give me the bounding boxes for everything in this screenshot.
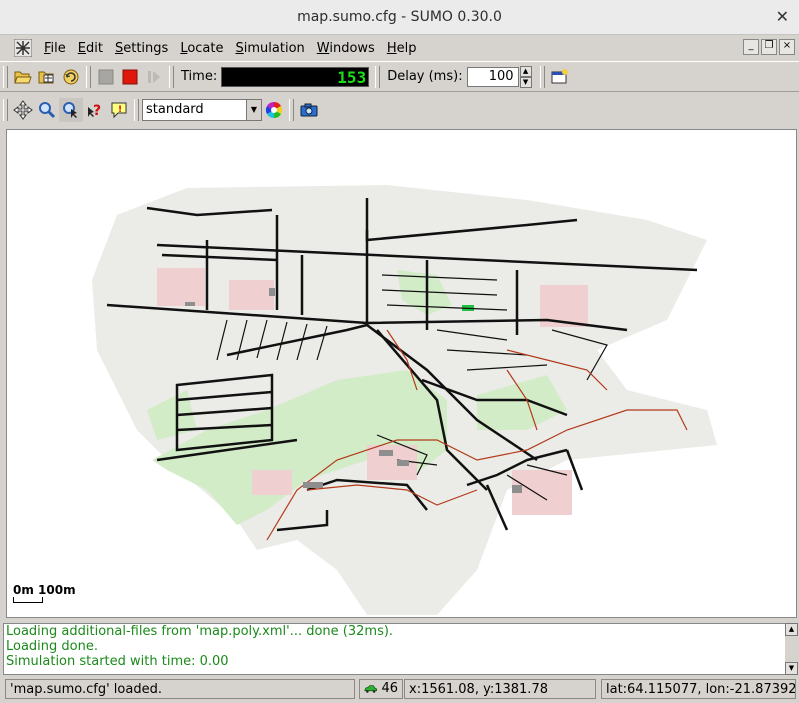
magnifier-icon [39,101,56,118]
menu-file[interactable]: File [38,41,72,56]
open-network-icon [38,71,54,83]
stop-button[interactable] [118,65,142,89]
toolbar-grip[interactable] [375,65,381,88]
console-line: Loading additional-files from 'map.poly.… [6,624,394,639]
scale-bar-line [13,597,43,603]
menu-simulation[interactable]: Simulation [230,41,311,56]
delay-label: Delay (ms): [387,69,463,84]
console-scrollbar[interactable]: ▲ ▼ [785,623,798,675]
edit-coloring-button[interactable] [262,98,286,122]
status-bar: 'map.sumo.cfg' loaded. 46 x:1561.08, y:1… [0,677,799,701]
geo-coordinates: lat:64.115077, lon:-21.873921 [601,679,796,699]
spin-up-icon[interactable]: ▲ [519,65,532,77]
toolbar-grip[interactable] [289,98,294,121]
toolbar-grip[interactable] [539,65,545,88]
locate-button[interactable] [59,97,83,122]
menu-locate[interactable]: Locate [174,41,229,56]
network-map-view[interactable]: 0m 100m [6,129,797,618]
car-icon [364,685,378,693]
camera-icon [300,103,318,116]
toolbar-grip[interactable] [86,65,91,88]
window-titlebar: map.sumo.cfg - SUMO 0.30.0 ✕ [0,0,799,35]
view-toolbar: ? ! standard ▼ [0,92,799,127]
move-icon [13,99,33,120]
menu-bar: File Edit Settings Locate Simulation Win… [0,36,799,60]
step-button[interactable] [142,65,166,89]
residential-area [157,268,205,306]
run-button[interactable] [94,65,118,89]
status-message: 'map.sumo.cfg' loaded. [5,679,355,699]
message-console[interactable]: Loading additional-files from 'map.poly.… [3,623,787,675]
menu-help[interactable]: Help [381,41,423,56]
zoom-button[interactable] [35,98,59,122]
svg-text:!: ! [118,105,122,115]
sumo-app-icon[interactable] [14,39,32,57]
residential-area [229,280,274,310]
folder-open-icon [14,71,32,83]
vehicle-counter: 46 [359,679,403,699]
chevron-down-icon[interactable]: ▼ [246,99,261,120]
mdi-close-icon[interactable]: × [779,39,795,55]
road-network-map[interactable] [7,130,796,617]
minimize-icon[interactable]: _ [743,39,759,55]
scroll-up-icon[interactable]: ▲ [785,623,798,636]
question-cursor-icon: ? [88,103,101,119]
toolbar-grip[interactable] [3,65,8,88]
menu-windows[interactable]: Windows [311,41,381,56]
new-view-icon [551,68,568,83]
time-display: 153 [221,66,370,87]
delay-input[interactable]: 100 [466,66,519,87]
reload-icon [63,69,79,84]
color-scheme-select[interactable]: standard ▼ [142,98,262,121]
open-network-button[interactable] [35,65,59,89]
screenshot-button[interactable] [297,98,321,122]
simulation-toolbar: Time: 153 Delay (ms): 100 ▲ ▼ [0,61,799,92]
tooltip-button[interactable]: ! [107,98,131,122]
recenter-button[interactable] [11,98,35,122]
run-icon [98,69,114,84]
stop-icon [122,69,138,84]
time-label: Time: [181,69,218,84]
toolbar-grip[interactable] [169,65,174,88]
svg-text:?: ? [93,103,101,119]
scale-bar: 0m 100m [13,583,76,603]
residential-area [252,470,292,495]
console-line: Loading done. [6,639,98,654]
tooltip-icon: ! [111,102,127,118]
cursor-coordinates: x:1561.08, y:1381.78 [404,679,596,699]
scroll-down-icon[interactable]: ▼ [785,662,798,675]
toolbar-grip[interactable] [3,98,8,121]
new-view-button[interactable] [548,65,572,89]
window-title: map.sumo.cfg - SUMO 0.30.0 [297,9,502,25]
spin-down-icon[interactable]: ▼ [519,76,532,88]
menu-edit[interactable]: Edit [72,41,109,56]
restore-icon[interactable]: ❐ [761,39,777,55]
reload-button[interactable] [59,65,83,89]
query-button[interactable]: ? [83,98,107,122]
console-line: Simulation started with time: 0.00 [6,654,229,669]
mdi-window-buttons: _ ❐ × [743,39,795,55]
locate-icon [63,101,77,118]
color-wheel-icon [265,101,283,118]
delay-spinner[interactable]: ▲ ▼ [519,65,532,88]
menu-settings[interactable]: Settings [109,41,174,56]
step-icon [148,70,160,83]
toolbar-grip[interactable] [134,98,139,121]
open-simulation-button[interactable] [11,65,35,89]
close-icon[interactable]: ✕ [776,7,789,26]
